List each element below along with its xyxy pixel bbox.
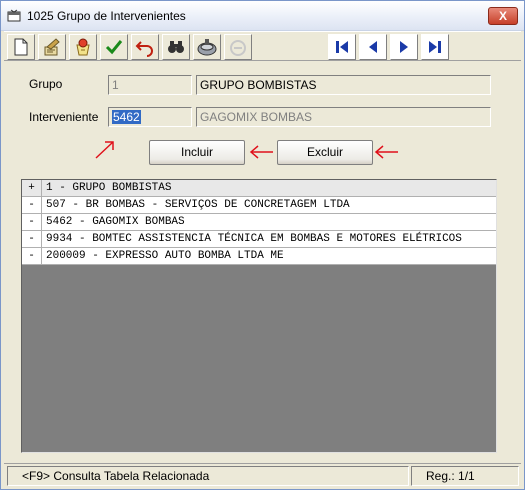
tree-row[interactable]: - 5462 - GAGOMIX BOMBAS (22, 214, 496, 231)
interveniente-name-field[interactable]: GAGOMIX BOMBAS (196, 107, 491, 127)
tree-row-text: 9934 - BOMTEC ASSISTENCIA TÉCNICA EM BOM… (46, 233, 462, 245)
tree-row-text: 507 - BR BOMBAS - SERVIÇOS DE CONCRETAGE… (46, 199, 350, 211)
confirm-check-icon (105, 40, 123, 55)
close-button[interactable]: X (488, 7, 518, 25)
interveniente-code-field[interactable]: 5462 (108, 107, 192, 127)
status-hint: <F9> Consulta Tabela Relacionada (7, 466, 409, 486)
collapse-toggle[interactable]: - (22, 231, 42, 248)
disabled-icon (230, 40, 246, 56)
grupo-code-field[interactable]: 1 (108, 75, 192, 95)
tree-row[interactable]: - 9934 - BOMTEC ASSISTENCIA TÉCNICA EM B… (22, 231, 496, 248)
grupo-label: Grupo (29, 77, 63, 91)
collapse-toggle[interactable]: - (22, 197, 42, 214)
incluir-button[interactable]: Incluir (149, 140, 245, 165)
last-record-button[interactable] (421, 34, 449, 60)
title-bar: 1025 Grupo de Intervenientes X (1, 1, 524, 31)
print-button[interactable] (193, 34, 221, 60)
disabled-tool-button[interactable] (224, 34, 252, 60)
previous-record-icon (369, 41, 377, 53)
tree-row-text: 1 - GRUPO BOMBISTAS (46, 182, 172, 194)
tree-row[interactable]: - 507 - BR BOMBAS - SERVIÇOS DE CONCRETA… (22, 197, 496, 214)
new-document-button[interactable] (7, 34, 35, 60)
undo-icon (135, 41, 153, 57)
undo-button[interactable] (131, 34, 159, 60)
collapse-toggle[interactable]: - (22, 248, 42, 265)
next-record-button[interactable] (390, 34, 418, 60)
previous-record-button[interactable] (359, 34, 387, 60)
first-record-button[interactable] (328, 34, 356, 60)
interveniente-label: Interveniente (29, 110, 99, 124)
clear-button[interactable] (69, 34, 97, 60)
next-record-icon (400, 41, 408, 53)
first-record-icon (336, 41, 348, 53)
tree-row-text: 200009 - EXPRESSO AUTO BOMBA LTDA ME (46, 250, 284, 262)
edit-button[interactable] (38, 34, 66, 60)
expand-toggle[interactable]: + (22, 180, 42, 197)
grupo-name-field[interactable]: GRUPO BOMBISTAS (196, 75, 491, 95)
print-icon (197, 39, 217, 56)
tree-row-group[interactable]: + 1 - GRUPO BOMBISTAS (22, 180, 496, 197)
status-bar: <F9> Consulta Tabela Relacionada Reg.: 1… (4, 463, 521, 487)
edit-brush-icon (44, 38, 60, 56)
new-document-icon (14, 38, 28, 56)
tree-row-text: 5462 - GAGOMIX BOMBAS (46, 216, 185, 228)
interveniente-code-selection: 5462 (112, 110, 141, 124)
annotation-arrow-left-excluir (374, 145, 398, 159)
app-icon (7, 9, 21, 22)
annotation-arrow-left-incluir (249, 145, 273, 159)
intervenientes-tree: + 1 - GRUPO BOMBISTAS - 507 - BR BOMBAS … (21, 179, 497, 453)
tree-row[interactable]: - 200009 - EXPRESSO AUTO BOMBA LTDA ME (22, 248, 496, 265)
window: 1025 Grupo de Intervenientes X Grupo 1 G… (0, 0, 525, 490)
status-record-count: Reg.: 1/1 (411, 466, 519, 486)
collapse-toggle[interactable]: - (22, 214, 42, 231)
last-record-icon (429, 41, 441, 53)
confirm-button[interactable] (100, 34, 128, 60)
window-title: 1025 Grupo de Intervenientes (27, 9, 186, 23)
binoculars-icon (168, 41, 184, 53)
annotation-arrow-up-right (95, 141, 114, 159)
close-icon: X (498, 9, 507, 23)
toolbar (4, 31, 521, 61)
search-button[interactable] (162, 34, 190, 60)
excluir-button[interactable]: Excluir (277, 140, 373, 165)
clear-icon (76, 38, 90, 56)
